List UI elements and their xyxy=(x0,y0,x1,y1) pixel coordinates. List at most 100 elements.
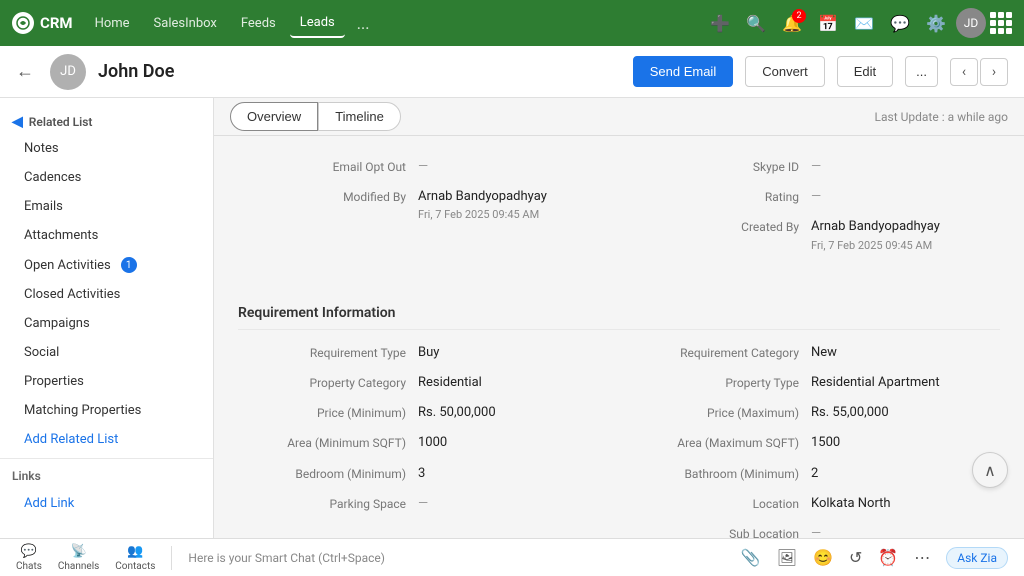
requirement-type-value: Buy xyxy=(418,344,607,362)
sidebar-item-notes[interactable]: Notes xyxy=(0,134,213,163)
settings-button[interactable]: ⚙️ xyxy=(920,7,952,39)
sidebar-emails-label: Emails xyxy=(24,199,63,214)
area-max-value: 1500 xyxy=(811,434,1000,452)
bathroom-min-label: Bathroom (Minimum) xyxy=(631,465,811,483)
price-max-label: Price (Maximum) xyxy=(631,404,811,422)
create-button[interactable]: ➕ xyxy=(704,7,736,39)
modified-by-label: Modified By xyxy=(238,188,418,206)
channels-label: Channels xyxy=(58,561,99,572)
email-opt-out-label: Email Opt Out xyxy=(238,158,418,176)
user-avatar[interactable]: JD xyxy=(956,8,986,38)
requirement-category-value: New xyxy=(811,344,1000,362)
more-bottom-icon[interactable]: ⋯ xyxy=(914,548,930,567)
skype-id-value: — xyxy=(811,158,1000,176)
nav-more-button[interactable]: ... xyxy=(349,10,378,37)
created-by-field: Created By Arnab Bandyopadhyay Fri, 7 Fe… xyxy=(631,212,1000,260)
price-max-value: Rs. 55,00,000 xyxy=(811,404,1000,422)
alarm-icon[interactable]: ⏰ xyxy=(878,548,898,567)
attach-icon[interactable]: 📎 xyxy=(741,548,761,567)
sidebar-matching-properties-label: Matching Properties xyxy=(24,403,141,418)
requirement-type-field: Requirement Type Buy xyxy=(238,338,607,368)
sidebar-item-cadences[interactable]: Cadences xyxy=(0,163,213,192)
tab-timeline[interactable]: Timeline xyxy=(318,102,401,131)
tab-overview[interactable]: Overview xyxy=(230,102,318,131)
edit-button[interactable]: Edit xyxy=(837,56,893,87)
nav-leads[interactable]: Leads xyxy=(290,9,345,38)
chat-button[interactable]: 💬 xyxy=(884,7,916,39)
scroll-to-top-button[interactable]: ∧ xyxy=(972,452,1008,488)
sidebar-divider xyxy=(0,458,213,459)
sidebar-item-open-activities[interactable]: Open Activities 1 xyxy=(0,250,213,280)
sidebar-item-emails[interactable]: Emails xyxy=(0,192,213,221)
prev-record-button[interactable]: ‹ xyxy=(950,58,978,86)
modified-by-date: Fri, 7 Feb 2025 09:45 AM xyxy=(418,208,539,221)
logo-icon xyxy=(12,12,34,34)
parking-space-label: Parking Space xyxy=(238,495,418,513)
bedroom-min-field: Bedroom (Minimum) 3 xyxy=(238,459,607,489)
image-icon[interactable]: 🖼 xyxy=(777,548,797,567)
price-min-label: Price (Minimum) xyxy=(238,404,418,422)
nav-home[interactable]: Home xyxy=(85,10,140,37)
tabs-group: Overview Timeline xyxy=(230,102,401,131)
sidebar-item-campaigns[interactable]: Campaigns xyxy=(0,309,213,338)
calendar-button[interactable]: 📅 xyxy=(812,7,844,39)
add-link-link[interactable]: Add Link xyxy=(0,489,213,518)
bottom-divider xyxy=(171,546,172,570)
bedroom-min-value: 3 xyxy=(418,465,607,483)
sidebar-item-properties[interactable]: Properties xyxy=(0,367,213,396)
nav-salesinbox[interactable]: SalesInbox xyxy=(144,10,227,37)
add-related-list-link[interactable]: Add Related List xyxy=(0,425,213,454)
top-navigation: CRM Home SalesInbox Feeds Leads ... ➕ 🔍 … xyxy=(0,0,1024,46)
requirement-left-fields: Requirement Type Buy Property Category R… xyxy=(238,338,607,538)
chats-label: Chats xyxy=(16,561,42,572)
sidebar-item-social[interactable]: Social xyxy=(0,338,213,367)
top-fields-section: Email Opt Out — Modified By Arnab Bandyo… xyxy=(214,136,1024,277)
channels-button[interactable]: 📡 Channels xyxy=(58,544,99,572)
mail-button[interactable]: ✉️ xyxy=(848,7,880,39)
bottom-bar: 💬 Chats 📡 Channels 👥 Contacts Here is yo… xyxy=(0,538,1024,576)
sidebar-item-attachments[interactable]: Attachments xyxy=(0,221,213,250)
rating-field: Rating — xyxy=(631,182,1000,212)
property-category-field: Property Category Residential xyxy=(238,368,607,398)
sidebar-cadences-label: Cadences xyxy=(24,170,81,185)
crm-logo[interactable]: CRM xyxy=(12,12,73,34)
main-layout: ◀ Related List Notes Cadences Emails Att… xyxy=(0,98,1024,538)
requirement-category-label: Requirement Category xyxy=(631,344,811,362)
contact-avatar: JD xyxy=(50,54,86,90)
more-actions-button[interactable]: ... xyxy=(905,56,938,87)
property-type-field: Property Type Residential Apartment xyxy=(631,368,1000,398)
sidebar-closed-activities-label: Closed Activities xyxy=(24,287,120,302)
emoji-icon[interactable]: 😊 xyxy=(813,548,833,567)
price-min-field: Price (Minimum) Rs. 50,00,000 xyxy=(238,398,607,428)
chats-icon: 💬 xyxy=(21,544,37,559)
convert-button[interactable]: Convert xyxy=(745,56,825,87)
contacts-button[interactable]: 👥 Contacts xyxy=(115,544,155,572)
property-category-value: Residential xyxy=(418,374,607,392)
contacts-icon: 👥 xyxy=(127,544,143,559)
next-record-button[interactable]: › xyxy=(980,58,1008,86)
content-scroll[interactable]: Email Opt Out — Modified By Arnab Bandyo… xyxy=(214,136,1024,538)
notifications-button[interactable]: 🔔 2 xyxy=(776,7,808,39)
back-button[interactable]: ← xyxy=(16,61,34,82)
bedroom-min-label: Bedroom (Minimum) xyxy=(238,465,418,483)
sidebar-item-matching-properties[interactable]: Matching Properties xyxy=(0,396,213,425)
send-email-button[interactable]: Send Email xyxy=(633,56,733,87)
chats-button[interactable]: 💬 Chats xyxy=(16,544,42,572)
sidebar-item-closed-activities[interactable]: Closed Activities xyxy=(0,280,213,309)
refresh-icon[interactable]: ↺ xyxy=(849,548,862,567)
contacts-label: Contacts xyxy=(115,561,155,572)
nav-feeds[interactable]: Feeds xyxy=(231,10,286,37)
last-update-text: Last Update : a while ago xyxy=(875,110,1008,124)
content-wrapper: Overview Timeline Last Update : a while … xyxy=(214,98,1024,538)
rating-label: Rating xyxy=(631,188,811,206)
sub-location-label: Sub Location xyxy=(631,525,811,538)
ask-zia-button[interactable]: Ask Zia xyxy=(946,547,1008,569)
apps-grid-button[interactable] xyxy=(990,12,1012,34)
sub-location-field: Sub Location — xyxy=(631,519,1000,538)
price-min-value: Rs. 50,00,000 xyxy=(418,404,607,422)
property-type-label: Property Type xyxy=(631,374,811,392)
property-category-label: Property Category xyxy=(238,374,418,392)
created-by-name: Arnab Bandyopadhyay xyxy=(811,219,940,234)
open-activities-badge: 1 xyxy=(121,257,137,273)
search-button[interactable]: 🔍 xyxy=(740,7,772,39)
